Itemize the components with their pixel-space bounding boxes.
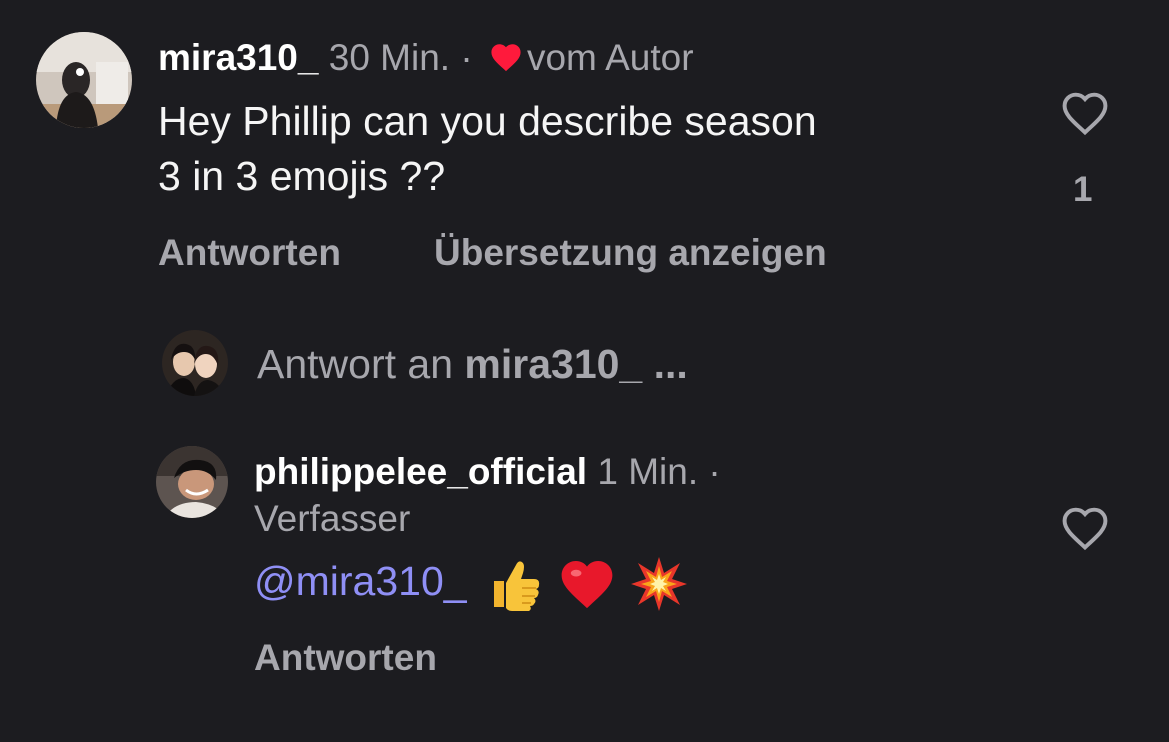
heart-filled-icon	[489, 38, 523, 82]
comment-header: mira310_ 30 Min. · vom Autor	[158, 36, 694, 82]
reply-prompt-ellipsis: ...	[653, 341, 688, 387]
comment-like-heart-icon[interactable]	[1060, 90, 1110, 136]
red-heart-icon	[558, 557, 616, 611]
reply-header: philippelee_official 1 Min. ·	[254, 450, 721, 494]
reply-emojis	[486, 555, 688, 613]
replier-username[interactable]: philippelee_official	[254, 451, 587, 492]
comment-text-line-1: Hey Phillip can you describe season	[158, 98, 817, 144]
commenter-avatar[interactable]	[36, 32, 132, 128]
reply-mention-link[interactable]: @mira310_	[254, 558, 467, 604]
replier-avatar[interactable]	[156, 446, 228, 518]
comment-text-line-2: 3 in 3 emojis ??	[158, 153, 446, 199]
thumbs-up-icon	[486, 555, 544, 613]
reply-separator: ·	[708, 451, 721, 492]
reply-prompt[interactable]: Antwort an mira310_ ...	[257, 340, 688, 388]
show-translation-button[interactable]: Übersetzung anzeigen	[434, 232, 827, 274]
author-like-label: vom Autor	[526, 37, 694, 78]
commenter-username[interactable]: mira310_	[158, 37, 318, 78]
reply-like-heart-icon[interactable]	[1060, 505, 1110, 551]
reply-prompt-target: mira310_	[464, 341, 643, 387]
reply-text: @mira310_	[254, 552, 688, 613]
comment-separator: ·	[460, 37, 473, 78]
replier-role: Verfasser	[254, 498, 411, 539]
comment-like-count: 1	[1073, 170, 1093, 209]
reply-prompt-prefix: Antwort an	[257, 341, 453, 387]
reply-time: 1 Min.	[597, 451, 699, 492]
comment-text: Hey Phillip can you describe season 3 in…	[158, 94, 1018, 204]
collision-icon	[630, 555, 688, 613]
comment-reply-button[interactable]: Antworten	[158, 232, 341, 274]
current-user-avatar	[162, 330, 228, 396]
reply-reply-button[interactable]: Antworten	[254, 637, 437, 679]
comment-time: 30 Min.	[328, 37, 451, 78]
